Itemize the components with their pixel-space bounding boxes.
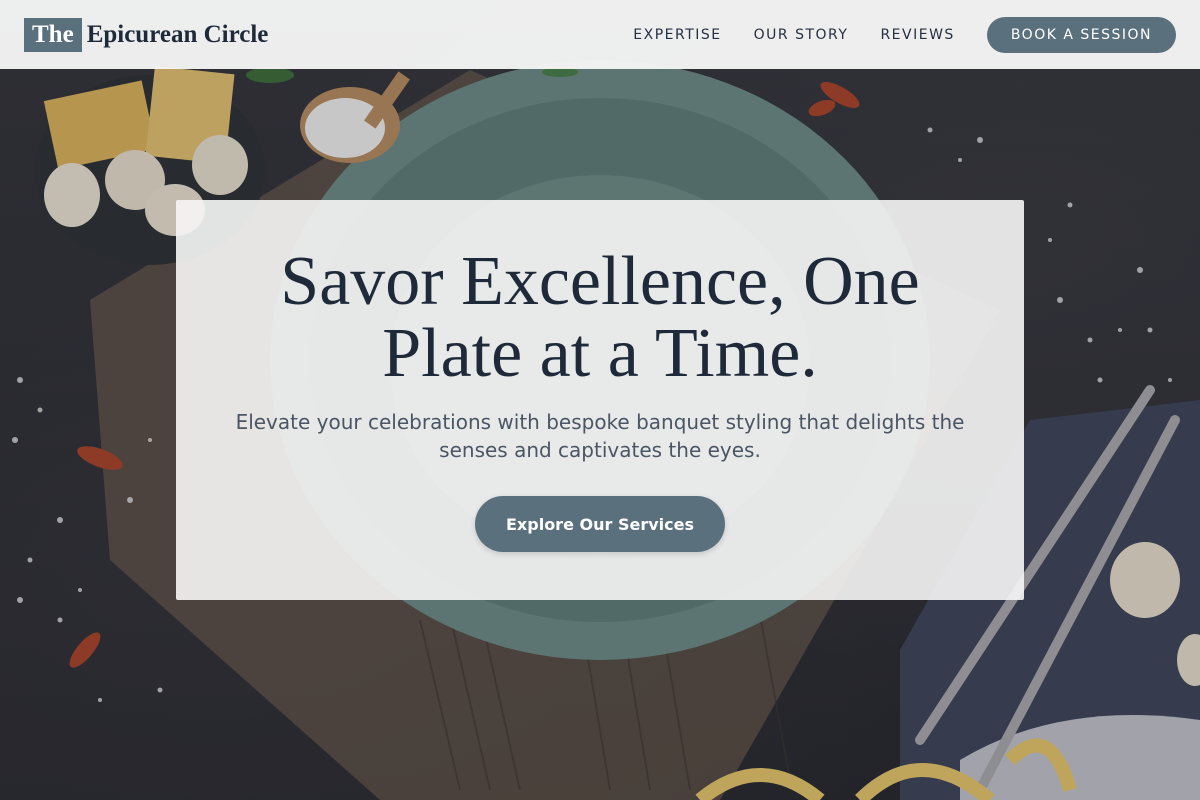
nav-link-expertise[interactable]: EXPERTISE — [633, 27, 721, 43]
hero-subtitle: Elevate your celebrations with bespoke b… — [235, 410, 965, 462]
logo-text: Epicurean Circle — [86, 20, 269, 48]
logo-mark: The — [24, 17, 82, 52]
site-logo[interactable]: The Epicurean Circle — [24, 17, 269, 52]
site-header: The Epicurean Circle EXPERTISE OUR STORY… — [0, 0, 1200, 69]
book-session-button[interactable]: BOOK A SESSION — [986, 16, 1176, 53]
explore-services-button[interactable]: Explore Our Services — [475, 496, 725, 552]
hero-card: Savor Excellence, One Plate at a Time. E… — [176, 200, 1024, 600]
hero-title: Savor Excellence, One Plate at a Time. — [280, 243, 920, 392]
nav-link-reviews[interactable]: REVIEWS — [880, 27, 954, 43]
main-nav: EXPERTISE OUR STORY REVIEWS BOOK A SESSI… — [601, 16, 1176, 53]
nav-link-our-story[interactable]: OUR STORY — [754, 27, 849, 43]
